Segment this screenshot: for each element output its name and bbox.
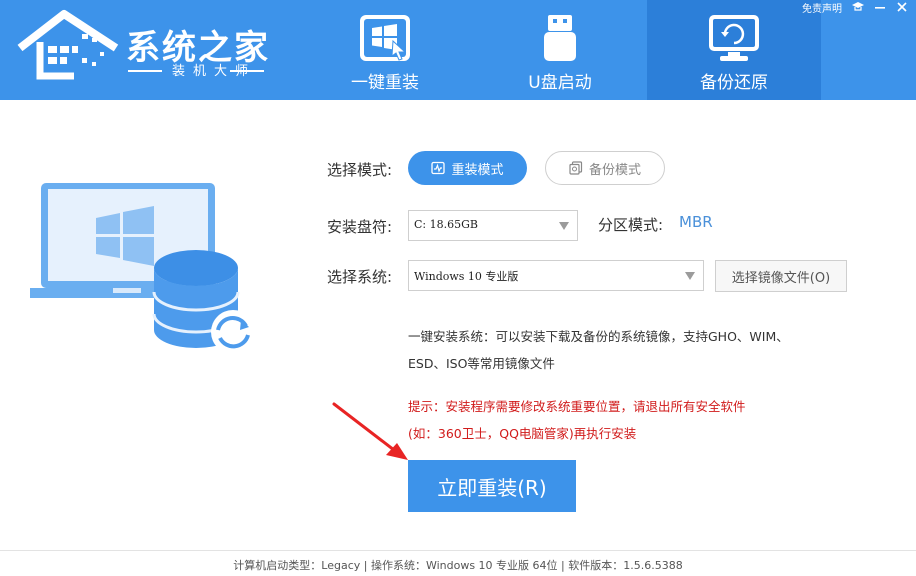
- chevron-down-icon: [559, 222, 569, 230]
- logo-divider-right: [230, 70, 264, 72]
- app-window: 系统之家 装机大师 一键重装 U盘启动 备份还原 免责声明 选择模式: 重装模式…: [0, 0, 916, 576]
- backup-restore-icon: [709, 15, 759, 61]
- disk-select[interactable]: C: 18.65GB: [408, 210, 578, 241]
- tab-one-click-reinstall[interactable]: 一键重装: [298, 0, 472, 100]
- close-icon[interactable]: [896, 1, 908, 13]
- status-footer: 计算机启动类型：Legacy | 操作系统：Windows 10 专业版 64位…: [233, 559, 683, 572]
- system-select-value: Windows 10 专业版: [414, 270, 519, 283]
- red-arrow-annotation: [332, 402, 408, 460]
- house-logo-icon: [17, 10, 119, 80]
- tab-label: U盘启动: [528, 73, 592, 93]
- header-bar: 系统之家 装机大师 一键重装 U盘启动 备份还原 免责声明: [0, 0, 916, 100]
- logo-divider-left: [128, 70, 162, 72]
- install-now-button[interactable]: 立即重装(R): [408, 460, 576, 512]
- system-select[interactable]: Windows 10 专业版: [408, 260, 704, 291]
- reinstall-mode-button[interactable]: 重装模式: [408, 151, 527, 185]
- tab-label: 一键重装: [351, 73, 419, 93]
- laptop-backup-illustration: [30, 183, 255, 354]
- chevron-down-icon: [685, 272, 695, 280]
- mode-label: 选择模式:: [327, 161, 393, 179]
- warning-line-1: 提示：安装程序需要修改系统重要位置，请退出所有安全软件: [408, 399, 746, 414]
- usb-drive-icon: [544, 15, 576, 61]
- partition-label: 分区模式:: [598, 216, 664, 234]
- description-line-1: 一键安装系统：可以安装下载及备份的系统镜像，支持GHO、WIM、: [408, 329, 789, 344]
- tab-backup-restore[interactable]: 备份还原: [647, 0, 821, 100]
- disk-select-value: C: 18.65GB: [414, 218, 478, 231]
- backup-mode-button[interactable]: 备份模式: [545, 151, 665, 185]
- tab-usb-boot[interactable]: U盘启动: [473, 0, 647, 100]
- backup-mode-label: 备份模式: [588, 162, 641, 178]
- system-label: 选择系统:: [327, 268, 393, 286]
- graduation-cap-icon[interactable]: [852, 1, 864, 13]
- disk-label: 安装盘符:: [327, 218, 393, 236]
- disclaimer-link[interactable]: 免责声明: [802, 0, 842, 15]
- select-image-file-button[interactable]: 选择镜像文件(O): [715, 260, 847, 292]
- partition-value: MBR: [679, 213, 713, 231]
- description-line-2: ESD、ISO等常用镜像文件: [408, 356, 555, 371]
- window-controls: 免责声明: [802, 0, 908, 15]
- app-logo: 系统之家 装机大师: [12, 8, 282, 88]
- windows-install-icon: [360, 15, 410, 61]
- pulse-monitor-icon: [431, 161, 446, 175]
- minimize-icon[interactable]: [874, 1, 886, 13]
- warning-line-2: (如：360卫士，QQ电脑管家)再执行安装: [408, 426, 637, 441]
- tab-label: 备份还原: [700, 73, 768, 93]
- copy-icon: [569, 161, 583, 175]
- reinstall-mode-label: 重装模式: [451, 162, 504, 178]
- footer-divider: [0, 550, 916, 551]
